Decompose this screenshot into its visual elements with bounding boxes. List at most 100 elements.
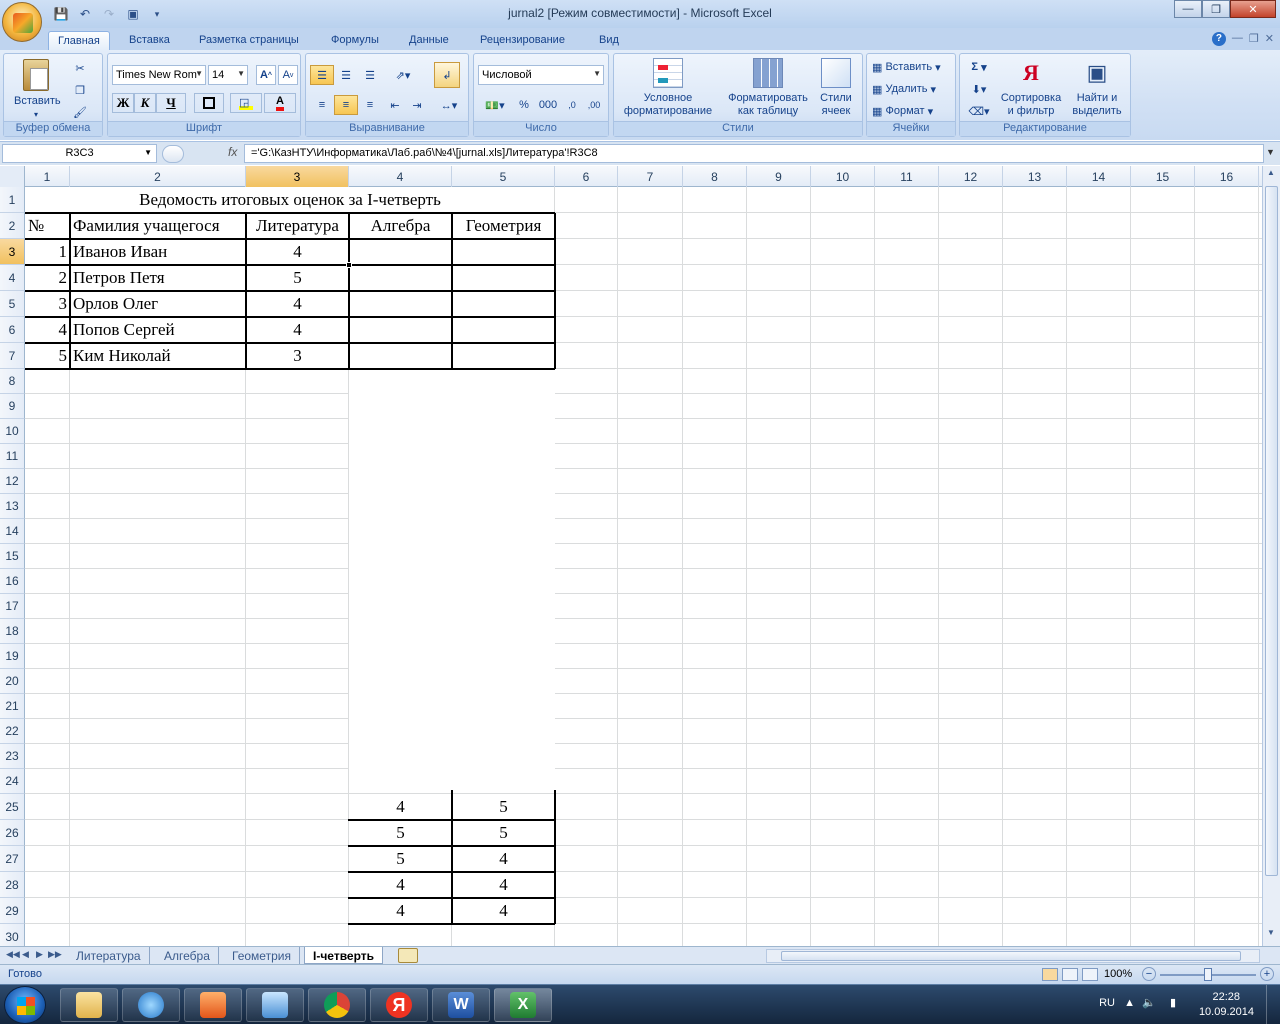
tab-view[interactable]: Вид [590, 31, 628, 50]
select-all-corner[interactable] [0, 166, 25, 187]
row-header-26[interactable]: 26 [0, 820, 25, 846]
borders-button[interactable] [194, 93, 224, 113]
taskbar-app-2[interactable] [122, 988, 180, 1022]
merge-center-icon[interactable]: ↔▾ [434, 95, 464, 115]
volume-icon[interactable]: 🔈 [1142, 996, 1156, 1009]
sort-filter-button[interactable]: Я Сортировка и фильтр [996, 58, 1066, 118]
column-header-2[interactable]: 2 [70, 166, 246, 187]
fill-color-button[interactable]: ◲ [230, 93, 262, 113]
expand-formula-icon[interactable]: ▼ [1266, 147, 1275, 157]
active-cell-selection[interactable] [245, 238, 350, 266]
column-header-16[interactable]: 16 [1195, 166, 1259, 187]
row-header-13[interactable]: 13 [0, 494, 25, 519]
sheet-tab-literature[interactable]: Литература [68, 947, 150, 964]
sheet-tab-algebra[interactable]: Алгебра [156, 947, 219, 964]
taskbar-yandex[interactable]: Я [370, 988, 428, 1022]
font-size-select[interactable]: 14 ▼ [208, 65, 248, 85]
scroll-up-icon[interactable]: ▲ [1267, 168, 1275, 177]
taskbar-excel[interactable]: X [494, 988, 552, 1022]
name-box[interactable]: R3C3 ▼ [2, 144, 157, 163]
taskbar-sound[interactable] [246, 988, 304, 1022]
ribbon-minimize-icon[interactable]: — [1232, 32, 1243, 46]
worksheet-grid[interactable]: 1 2 3 4 5 6 7 8 9 10 11 12 13 14 15 16 1 2 3 4 5 6 7 8 9 10 11 12 1… [0, 166, 1262, 946]
row-header-2[interactable]: 2 [0, 213, 25, 239]
tab-insert[interactable]: Вставка [120, 31, 179, 50]
decrease-indent-icon[interactable]: ⇤ [384, 95, 406, 115]
row-header-10[interactable]: 10 [0, 419, 25, 444]
column-header-1[interactable]: 1 [25, 166, 70, 187]
zoom-out-icon[interactable]: − [1142, 967, 1156, 981]
restore-button[interactable]: ❐ [1202, 0, 1230, 18]
row-header-25[interactable]: 25 [0, 794, 25, 820]
insert-cells-button[interactable]: ▦ Вставить ▾ [871, 57, 951, 77]
align-bottom-icon[interactable]: ☰ [358, 65, 382, 85]
taskbar-media-player[interactable] [184, 988, 242, 1022]
row-header-4[interactable]: 4 [0, 265, 25, 291]
wrap-text-icon[interactable]: ↲ [434, 62, 460, 88]
clock-time[interactable]: 22:28 [1212, 991, 1240, 1003]
clock-date[interactable]: 10.09.2014 [1199, 1006, 1254, 1018]
font-color-button[interactable]: A [264, 93, 296, 113]
increase-indent-icon[interactable]: ⇥ [406, 95, 428, 115]
tab-formulas[interactable]: Формулы [322, 31, 388, 50]
help-icon[interactable]: ? [1211, 32, 1226, 46]
cell-styles-button[interactable]: Стили ячеек [814, 58, 858, 118]
column-header-13[interactable]: 13 [1003, 166, 1067, 187]
vertical-scrollbar[interactable]: ▲ ▼ [1262, 166, 1280, 946]
column-header-3[interactable]: 3 [246, 166, 349, 187]
row-header-9[interactable]: 9 [0, 394, 25, 419]
row-header-5[interactable]: 5 [0, 291, 25, 317]
row-header-3[interactable]: 3 [0, 239, 25, 265]
clear-icon[interactable]: ⌫▾ [964, 101, 994, 121]
row-header-28[interactable]: 28 [0, 872, 25, 898]
last-sheet-icon[interactable]: ▶▶ [48, 949, 62, 960]
row-header-1[interactable]: 1 [0, 187, 25, 213]
delete-cells-button[interactable]: ▦ Удалить ▾ [871, 79, 951, 99]
shrink-font-button[interactable]: Av [278, 65, 298, 85]
row-header-6[interactable]: 6 [0, 317, 25, 343]
align-top-icon[interactable]: ☰ [310, 65, 334, 85]
vertical-scroll-thumb[interactable] [1265, 186, 1278, 876]
show-desktop-button[interactable] [1266, 985, 1280, 1024]
horizontal-scrollbar[interactable] [766, 949, 1260, 963]
format-as-table-button[interactable]: Форматировать как таблицу [720, 58, 816, 118]
column-header-15[interactable]: 15 [1131, 166, 1195, 187]
ribbon-restore-icon[interactable]: ❐ [1249, 32, 1259, 46]
column-header-14[interactable]: 14 [1067, 166, 1131, 187]
find-select-button[interactable]: ▣ Найти и выделить [1066, 58, 1128, 118]
page-break-view-icon[interactable] [1082, 968, 1098, 981]
next-sheet-icon[interactable]: ▶ [36, 949, 43, 960]
row-header-19[interactable]: 19 [0, 644, 25, 669]
taskbar-chrome[interactable] [308, 988, 366, 1022]
sheet-tab-quarter[interactable]: I-четверть [304, 947, 384, 964]
scroll-down-icon[interactable]: ▼ [1267, 928, 1275, 937]
page-layout-view-icon[interactable] [1062, 968, 1078, 981]
column-header-10[interactable]: 10 [811, 166, 875, 187]
font-name-select[interactable]: Times New Rom ▼ [112, 65, 206, 85]
column-header-9[interactable]: 9 [747, 166, 811, 187]
row-header-17[interactable]: 17 [0, 594, 25, 619]
copy-icon[interactable]: ❐ [70, 80, 90, 100]
row-header-16[interactable]: 16 [0, 569, 25, 594]
increase-decimal-icon[interactable]: ,0 [562, 95, 582, 115]
row-header-11[interactable]: 11 [0, 444, 25, 469]
tray-expand-icon[interactable]: ▲ [1124, 997, 1135, 1009]
grow-font-button[interactable]: A ^ [256, 65, 276, 85]
row-header-29[interactable]: 29 [0, 898, 25, 924]
row-header-21[interactable]: 21 [0, 694, 25, 719]
percent-button[interactable]: % [514, 95, 534, 115]
autosum-button[interactable]: Σ ▾ [964, 57, 994, 77]
normal-view-icon[interactable] [1042, 968, 1058, 981]
row-header-24[interactable]: 24 [0, 769, 25, 794]
ribbon-close-icon[interactable]: ✕ [1265, 32, 1274, 46]
paste-button[interactable]: Вставить ▾ [14, 59, 61, 121]
italic-button[interactable]: К [134, 93, 156, 113]
office-button[interactable] [2, 2, 42, 42]
fill-handle-icon[interactable] [346, 262, 352, 268]
minimize-button[interactable]: — [1174, 0, 1202, 18]
zoom-slider-thumb[interactable] [1204, 968, 1212, 981]
start-button[interactable] [4, 986, 46, 1024]
row-header-8[interactable]: 8 [0, 369, 25, 394]
row-header-14[interactable]: 14 [0, 519, 25, 544]
taskbar-word[interactable]: W [432, 988, 490, 1022]
